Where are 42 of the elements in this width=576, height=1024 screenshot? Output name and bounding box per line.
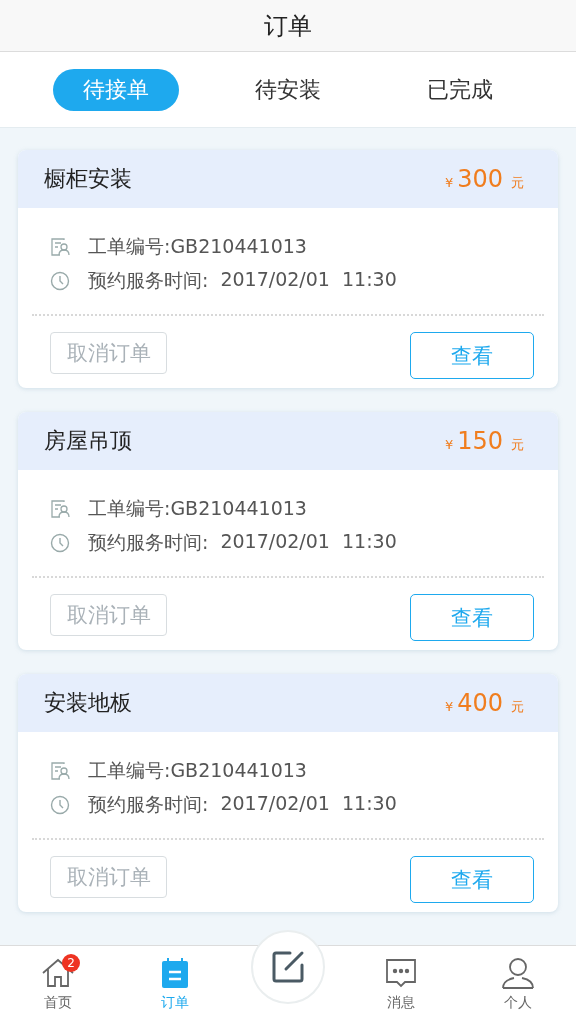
tab[interactable]: 已完成 <box>397 68 523 111</box>
page-title: 订单 <box>264 10 312 42</box>
order-number: 工单编号:GB210441013 <box>88 496 307 521</box>
order-title: 房屋吊顶 <box>44 427 132 455</box>
price-unit: 元 <box>511 174 524 192</box>
currency-sign: ¥ <box>444 437 454 452</box>
price-amount: 150 <box>457 427 503 455</box>
currency-sign: ¥ <box>444 175 454 190</box>
nav-tab[interactable]: 个人 <box>477 946 558 1012</box>
time-value: 2017/02/01 11:30 <box>220 792 397 816</box>
person-icon <box>500 956 535 990</box>
order-number: 工单编号:GB210441013 <box>88 758 307 783</box>
nav-tab[interactable]: 首页 2 <box>18 946 99 1012</box>
nav-tab[interactable]: 订单 <box>134 946 215 1012</box>
price-unit: 元 <box>511 436 524 454</box>
document-person-icon <box>50 499 70 519</box>
clock-icon <box>50 533 70 553</box>
tab[interactable]: 待接单 <box>53 68 179 111</box>
time-value: 2017/02/01 11:30 <box>220 268 397 292</box>
view-button[interactable]: 查看 <box>410 856 534 903</box>
time-label: 预约服务时间: <box>88 268 209 293</box>
notification-badge: 2 <box>62 954 81 972</box>
nav-tab[interactable]: 消息 <box>361 946 442 1012</box>
order-title: 安装地板 <box>44 689 132 717</box>
view-button[interactable]: 查看 <box>410 332 534 379</box>
order-number: 工单编号:GB210441013 <box>88 234 307 259</box>
currency-sign: ¥ <box>444 699 454 714</box>
clock-icon <box>50 271 70 291</box>
time-label: 预约服务时间: <box>88 792 209 817</box>
home-icon <box>41 956 76 990</box>
price-amount: 400 <box>457 689 503 717</box>
view-button[interactable]: 查看 <box>410 594 534 641</box>
clock-icon <box>50 795 70 815</box>
document-person-icon <box>50 237 70 257</box>
time-label: 预约服务时间: <box>88 530 209 555</box>
chat-bubble-icon <box>384 956 419 990</box>
price-amount: 300 <box>457 165 503 193</box>
tab[interactable]: 待安装 <box>225 68 351 111</box>
order-title: 橱柜安装 <box>44 165 132 193</box>
price-unit: 元 <box>511 698 524 716</box>
document-person-icon <box>50 761 70 781</box>
time-value: 2017/02/01 11:30 <box>220 530 397 554</box>
